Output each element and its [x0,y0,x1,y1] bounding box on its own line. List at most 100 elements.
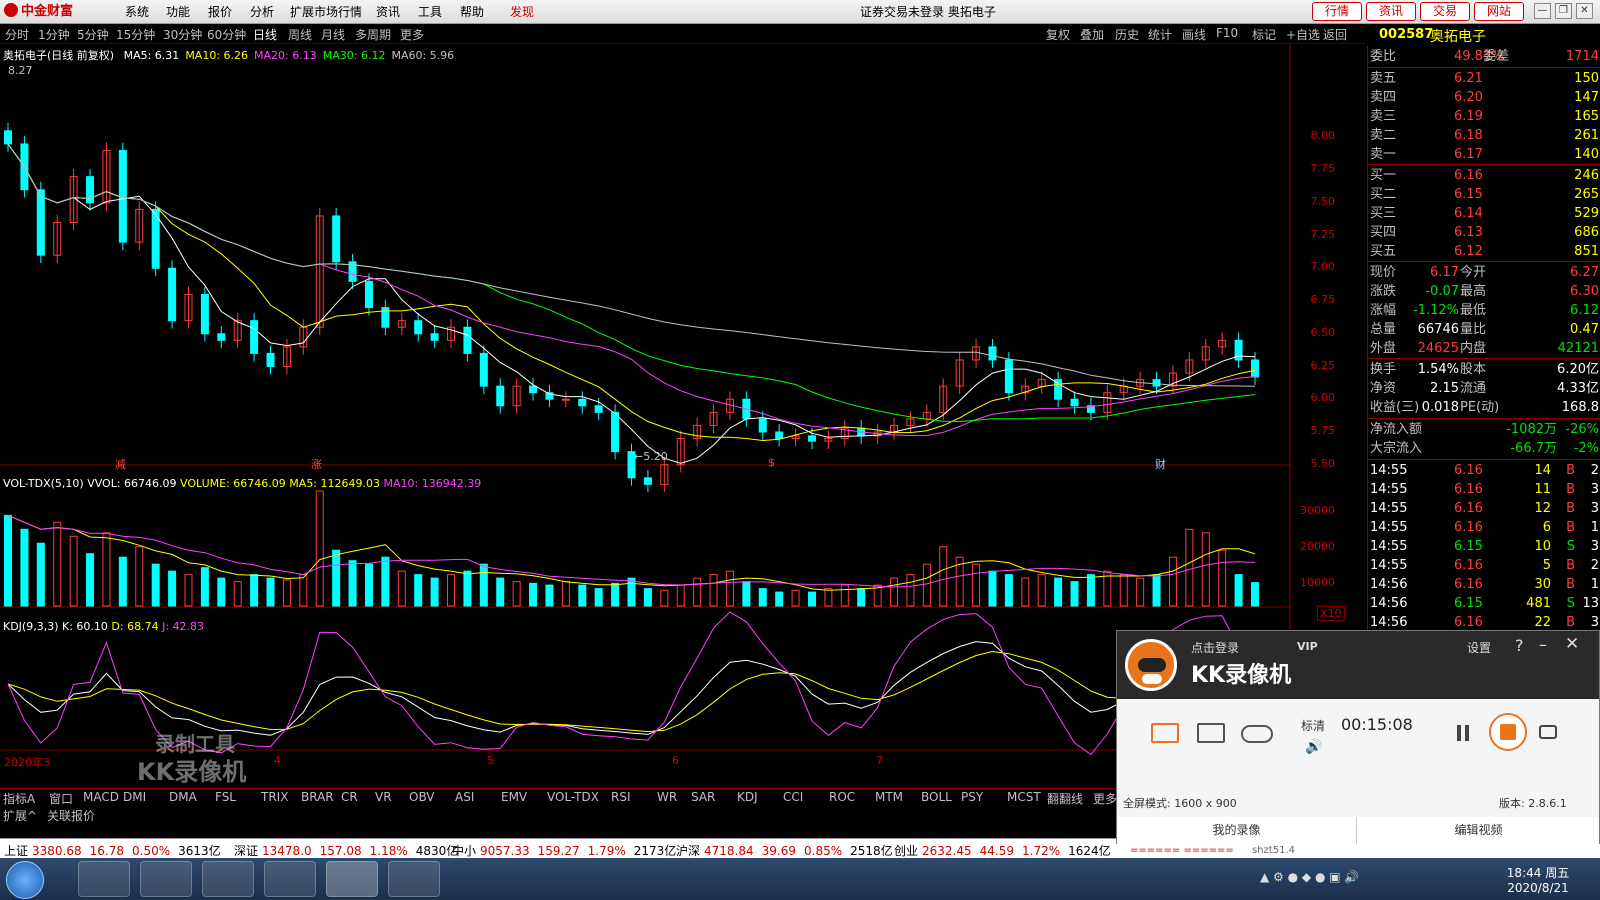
kk-screenshot-icon[interactable] [1539,725,1557,739]
indicator-tab-25[interactable]: 更多 [1093,790,1117,807]
indicator-tab-16[interactable]: SAR [691,790,715,804]
record-game-icon[interactable] [1241,725,1273,743]
event-marker-3[interactable]: 财 [1155,456,1166,472]
minimize-button[interactable]: — [1534,3,1551,19]
event-marker-2[interactable]: $ [768,456,775,469]
index-item-0[interactable]: 上证 3380.68 16.78 0.50% 3613亿 [4,842,221,859]
kk-close-button[interactable]: ✕ [1565,634,1579,654]
kk-stop-button[interactable] [1489,713,1527,751]
period-tab-6[interactable]: 日线 [253,26,277,43]
event-marker-0[interactable]: 减 [115,456,126,472]
index-item-3[interactable]: 沪深 4718.84 39.69 0.85% 2518亿 [676,842,893,859]
chart-tab-1[interactable]: 叠加 [1080,26,1104,43]
indicator-tab-22[interactable]: PSY [961,790,983,804]
chart-tab-4[interactable]: 画线 [1182,26,1206,43]
period-tab-1[interactable]: 1分钟 [38,26,70,43]
chart-tab-6[interactable]: 标记 [1252,26,1276,43]
record-screen-icon[interactable] [1151,723,1179,743]
indicator-tab-1[interactable]: 窗口 [49,790,73,807]
period-tab-0[interactable]: 分时 [5,26,29,43]
indicator-tab-13[interactable]: VOL-TDX [547,790,599,804]
indicator-tab-4[interactable]: DMA [169,790,197,804]
indicator-tab-14[interactable]: RSI [611,790,631,804]
menu-item-8[interactable]: 发现 [510,3,534,21]
indicator-tab-20[interactable]: MTM [875,790,903,804]
event-marker-1[interactable]: 涨 [311,456,322,472]
period-tab-9[interactable]: 多周期 [355,26,391,43]
chart-tab-7[interactable]: +自选 [1286,26,1320,43]
indicator-tab-17[interactable]: KDJ [737,790,758,804]
indicator-tab-0[interactable]: 指标A [3,790,35,807]
indicator-tab-7[interactable]: BRAR [301,790,334,804]
indicator-tab-10[interactable]: OBV [409,790,435,804]
menu-item-7[interactable]: 帮助 [460,3,484,21]
indicator-tab-6[interactable]: TRIX [261,790,288,804]
menu-item-4[interactable]: 扩展市场行情 [290,3,362,21]
chart-tab-5[interactable]: F10 [1216,26,1238,40]
system-tray-icons[interactable]: ▲ ⚙ ● ◆ ● ▣ 🔊 [1260,870,1420,888]
ext-tab-0[interactable]: 扩展^ [3,807,37,824]
indicator-tab-11[interactable]: ASI [455,790,474,804]
kk-my-records-button[interactable]: 我的录像 [1117,817,1357,844]
kk-pause-icon[interactable] [1457,725,1461,741]
period-tab-2[interactable]: 5分钟 [77,26,109,43]
period-tab-5[interactable]: 60分钟 [207,26,246,43]
index-item-2[interactable]: 中小 9057.33 159.27 1.79% 2173亿 [452,842,676,859]
menu-item-0[interactable]: 系统 [125,3,149,21]
taskbar-app-zhongjin[interactable] [140,861,192,897]
chart-tab-0[interactable]: 复权 [1046,26,1070,43]
indicator-tab-12[interactable]: EMV [501,790,527,804]
indicator-tab-15[interactable]: WR [657,790,677,804]
period-tab-10[interactable]: 更多 [400,26,424,43]
restore-button[interactable]: ❐ [1555,3,1572,19]
top-button-3[interactable]: 网站 [1474,2,1524,21]
taskbar-app-folder[interactable] [388,861,440,897]
indicator-tab-24[interactable]: 翻翻线 [1047,790,1083,807]
chart-tab-8[interactable]: 返回 [1323,26,1347,43]
top-button-0[interactable]: 行情 [1312,2,1362,21]
indicator-tab-8[interactable]: CR [341,790,358,804]
indicator-tab-2[interactable]: MACD [83,790,119,804]
volume-bar [594,588,603,607]
chart-tab-3[interactable]: 统计 [1148,26,1172,43]
kk-edit-video-button[interactable]: 编辑视频 [1358,817,1599,844]
period-tab-7[interactable]: 周线 [288,26,312,43]
top-button-2[interactable]: 交易 [1420,2,1470,21]
kk-vip-badge[interactable]: VIP [1297,640,1318,653]
taskbar-app-kk[interactable] [326,861,378,897]
indicator-tab-3[interactable]: DMI [123,790,146,804]
period-tab-4[interactable]: 30分钟 [163,26,202,43]
ext-tab-1[interactable]: 关联报价 [47,807,95,824]
index-item-1[interactable]: 深证 13478.0 157.08 1.18% 4830亿 [234,842,458,859]
indicator-tab-18[interactable]: CCI [783,790,803,804]
menu-item-5[interactable]: 资讯 [376,3,400,21]
indicator-tab-5[interactable]: FSL [215,790,236,804]
index-item-4[interactable]: 创业 2632.45 44.59 1.72% 1624亿 [894,842,1111,859]
menu-item-6[interactable]: 工具 [418,3,442,21]
chart-tab-2[interactable]: 历史 [1115,26,1139,43]
taskbar-app-cards[interactable] [264,861,316,897]
clock[interactable]: 18:44 周五 2020/8/21 [1498,864,1578,895]
kk-settings-button[interactable]: 设置 [1467,639,1491,656]
top-button-1[interactable]: 资讯 [1366,2,1416,21]
taskbar-app-browser[interactable] [78,861,130,897]
volume-bar [512,581,521,607]
menu-item-2[interactable]: 报价 [208,3,232,21]
indicator-tab-21[interactable]: BOLL [921,790,952,804]
indicator-tab-19[interactable]: ROC [829,790,855,804]
kk-login-link[interactable]: 点击登录 [1191,639,1239,656]
taskbar-app-green[interactable] [202,861,254,897]
close-button[interactable]: ✕ [1576,3,1593,19]
period-tab-3[interactable]: 15分钟 [116,26,155,43]
menu-item-1[interactable]: 功能 [166,3,190,21]
menu-item-3[interactable]: 分析 [250,3,274,21]
kk-minimize-button[interactable]: – [1539,635,1547,654]
indicator-tab-23[interactable]: MCST [1007,790,1041,804]
start-button-icon[interactable] [6,861,44,899]
kk-help-button[interactable]: ? [1515,636,1524,655]
record-region-icon[interactable] [1197,723,1225,743]
indicator-tab-9[interactable]: VR [375,790,392,804]
period-tab-8[interactable]: 月线 [321,26,345,43]
kk-volume-icon[interactable]: 🔊 [1305,739,1322,755]
kk-quality[interactable]: 标清 [1301,717,1325,734]
